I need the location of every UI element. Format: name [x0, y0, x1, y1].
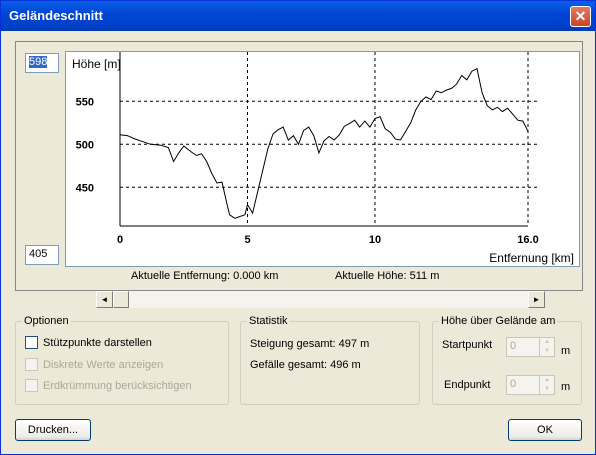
start-point-value: 0: [510, 340, 517, 352]
current-distance: Aktuelle Entfernung: 0.000 km: [131, 270, 279, 282]
total-descent: Gefälle gesamt: 496 m: [250, 359, 361, 371]
show-points-checkbox[interactable]: Stützpunkte darstellen: [25, 336, 152, 349]
total-ascent: Steigung gesamt: 497 m: [250, 338, 370, 350]
close-icon: ✕: [574, 8, 587, 24]
start-point-spinner[interactable]: 0 ▲ ▼: [506, 337, 555, 357]
x-tick-label: 10: [369, 234, 381, 246]
x-tick-label: 5: [244, 234, 250, 246]
statistics-legend: Statistik: [249, 315, 288, 327]
start-unit: m: [561, 345, 571, 357]
max-height-field[interactable]: 598: [25, 53, 59, 73]
x-axis-title: Entfernung [km]: [489, 251, 574, 265]
dialog-window: Geländeschnitt ✕ 598 405 550 500 450 0 5 10 16…: [0, 0, 596, 455]
y-tick-label: 550: [76, 96, 94, 108]
scroll-right-button[interactable]: ►: [528, 291, 545, 308]
scroll-thumb[interactable]: [113, 291, 129, 308]
close-button[interactable]: ✕: [570, 6, 591, 27]
print-button[interactable]: Drucken...: [15, 419, 91, 441]
end-unit: m: [561, 381, 571, 393]
min-height-value: 405: [29, 248, 48, 260]
discrete-values-checkbox[interactable]: Diskrete Werte anzeigen: [25, 358, 163, 371]
end-point-spinner[interactable]: 0 ▲ ▼: [506, 375, 555, 395]
profile-line: [119, 67, 529, 219]
profile-plot[interactable]: 550 500 450 0 5 10 16.0 Höhe [m] Entfernung [k…: [65, 51, 580, 267]
ok-button[interactable]: OK: [508, 419, 582, 441]
y-tick-label: 500: [76, 139, 94, 151]
horizontal-scrollbar[interactable]: ◄ ►: [96, 291, 545, 308]
max-height-value: 598: [29, 56, 48, 68]
scroll-left-button[interactable]: ◄: [96, 291, 113, 308]
end-point-label: Endpunkt: [444, 379, 491, 391]
x-tick-label: 16.0: [517, 234, 538, 246]
start-point-label: Startpunkt: [442, 339, 493, 351]
checkbox-label: Stützpunkte darstellen: [43, 336, 152, 349]
y-tick-label: 450: [76, 182, 94, 194]
spin-up-icon[interactable]: ▲: [540, 376, 554, 385]
window-title: Geländeschnitt: [9, 8, 103, 23]
spin-up-icon[interactable]: ▲: [540, 338, 554, 347]
checkbox-label: Erdkrümmung berücksichtigen: [43, 379, 192, 392]
end-point-value: 0: [510, 378, 517, 390]
y-axis-title: Höhe [m]: [72, 57, 121, 71]
checkbox-box[interactable]: [25, 379, 38, 392]
spin-down-icon[interactable]: ▼: [540, 385, 554, 394]
spin-down-icon[interactable]: ▼: [540, 347, 554, 356]
checkbox-label: Diskrete Werte anzeigen: [43, 358, 164, 371]
x-tick-label: 0: [117, 234, 123, 246]
earth-curvature-checkbox[interactable]: Erdkrümmung berücksichtigen: [25, 379, 192, 392]
right-arrow-icon: ►: [532, 295, 541, 304]
min-height-field[interactable]: 405: [25, 245, 59, 265]
left-arrow-icon: ◄: [100, 295, 109, 304]
current-height: Aktuelle Höhe: 511 m: [335, 270, 440, 282]
height-above-legend: Höhe über Gelände am: [441, 315, 556, 327]
checkbox-box[interactable]: [25, 358, 38, 371]
title-bar[interactable]: Geländeschnitt ✕: [1, 1, 595, 31]
checkbox-box[interactable]: [25, 336, 38, 349]
options-legend: Optionen: [24, 315, 69, 327]
profile-chart: 550 500 450 0 5 10 16.0 Höhe [m] Entfernung [k…: [72, 52, 574, 265]
